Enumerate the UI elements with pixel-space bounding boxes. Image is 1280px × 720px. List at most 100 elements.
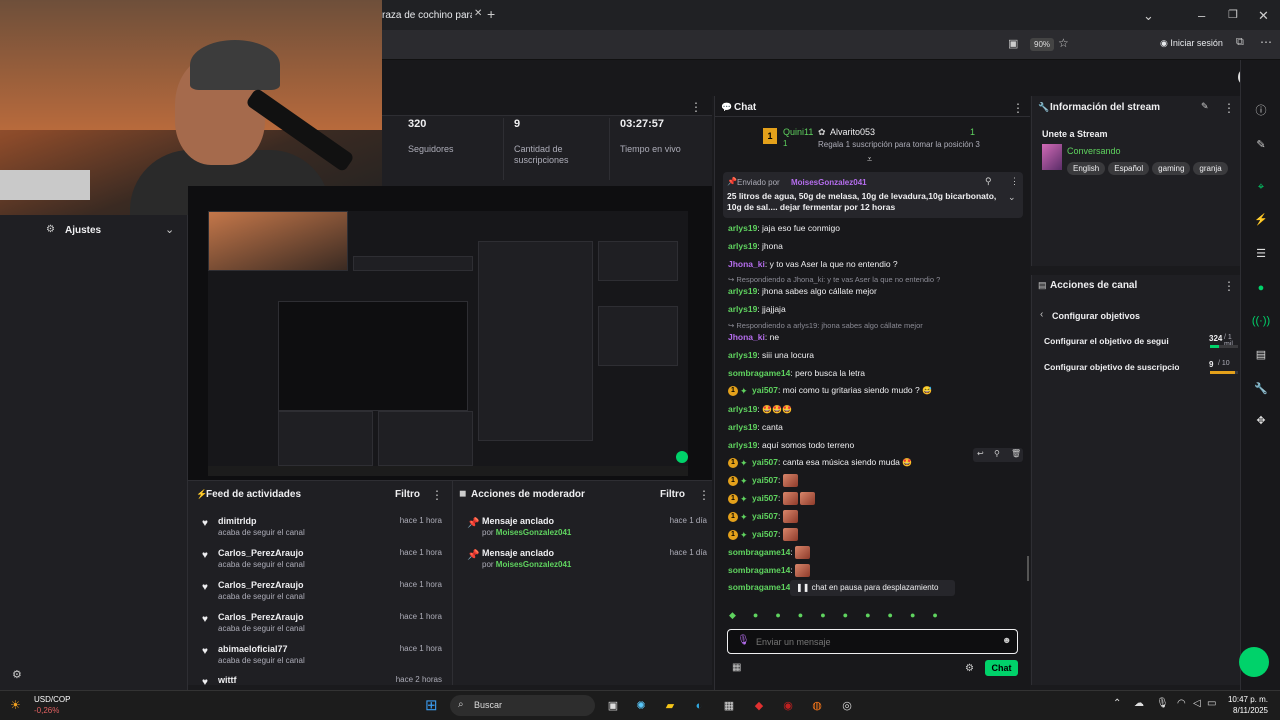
second-gifter-name[interactable]: Alvarito053 [830, 127, 875, 137]
reply-icon[interactable]: ↩ [977, 449, 984, 458]
signin-button[interactable]: ◉ Iniciar sesión [1160, 38, 1223, 49]
chat-scrollbar[interactable] [1027, 556, 1029, 581]
chat-message[interactable]: sombragame14: [728, 564, 811, 577]
obs-icon[interactable]: ◉ [779, 697, 797, 715]
more-options-icon[interactable]: ⋮ [1012, 101, 1024, 115]
edge-icon[interactable]: ◐ [690, 697, 708, 715]
target-icon[interactable]: ⌖ [1249, 176, 1273, 198]
list-icon[interactable]: ☰ [1249, 243, 1273, 265]
feed-item[interactable]: ♥ Carlos_PerezAraujo acaba de seguir el ca… [202, 612, 442, 642]
back-label[interactable]: Configurar objetivos [1052, 311, 1140, 321]
more-options-icon[interactable]: ⋮ [1010, 176, 1019, 187]
chat-message[interactable]: arlys19: 🤩🤩🤩 [728, 404, 792, 414]
mic-icon[interactable]: 🎙 [1156, 698, 1169, 709]
cloud-icon[interactable]: ☁ [1134, 698, 1144, 709]
chevron-down-icon[interactable]: ⌄ [165, 223, 174, 236]
task-view-icon[interactable]: ▣ [604, 697, 622, 715]
tag[interactable]: Español [1108, 162, 1150, 175]
tab-close-icon[interactable]: ✕ [474, 8, 482, 19]
chevron-down-icon[interactable]: ⌄ [1008, 192, 1016, 203]
more-options-icon[interactable]: ⋮ [1223, 101, 1235, 115]
chat-send-button[interactable]: Chat [985, 660, 1018, 676]
folder-icon[interactable]: ▰ [661, 697, 679, 715]
extensions-icon[interactable]: ⧉ [1236, 36, 1244, 49]
chat-icon[interactable]: ● [1249, 277, 1273, 299]
chat-input[interactable] [756, 634, 996, 650]
ticker-name[interactable]: USD/COP [34, 695, 70, 704]
battery-icon[interactable]: ▭ [1207, 698, 1216, 709]
feed-item[interactable]: ♥ abimaeloficial77 acaba de seguir el cana… [202, 644, 442, 674]
chat-message[interactable]: sombragame14: [728, 546, 811, 559]
more-options-icon[interactable]: ⋮ [431, 488, 443, 502]
firefox-icon[interactable]: ◍ [808, 697, 826, 715]
mic-icon[interactable]: 🎙 [737, 635, 750, 646]
category-name[interactable]: Conversando [1067, 146, 1121, 156]
tag[interactable]: gaming [1152, 162, 1191, 175]
edit-icon[interactable]: ✎ [1201, 101, 1209, 112]
store-icon[interactable]: ▦ [720, 697, 738, 715]
mod-item[interactable]: 📌 Mensaje anclado por MoisesGonzalez041 … [467, 548, 707, 578]
chat-message[interactable]: arlys19: jjajjaja [728, 304, 786, 314]
feed-item[interactable]: ♥ Carlos_PerezAraujo acaba de seguir el ca… [202, 548, 442, 578]
emoji-picker-icon[interactable]: ☻ [1002, 635, 1011, 645]
weather-icon[interactable]: ☀ [10, 698, 21, 712]
screen-icon[interactable]: ▣ [1008, 37, 1018, 50]
chat-message[interactable]: sombragame14: pero busca la letra [728, 368, 865, 378]
lightning-icon[interactable]: ⚡ [1249, 209, 1273, 231]
info-icon[interactable]: ⓘ [1249, 100, 1273, 122]
top-gifter-name[interactable]: Quini11 [783, 127, 813, 137]
maximize-icon[interactable]: ❐ [1228, 8, 1238, 21]
chat-message[interactable]: 1 ✦ yai507: [728, 492, 815, 505]
clock-date[interactable]: 8/11/2025 [1226, 706, 1268, 715]
filter-button[interactable]: Filtro [395, 489, 420, 500]
filter-button[interactable]: Filtro [660, 489, 685, 500]
wifi-icon[interactable]: ◠ [1177, 698, 1186, 709]
chevron-up-icon[interactable]: ⌃ [1113, 698, 1121, 709]
collapse-icon[interactable]: ⩡ [867, 154, 872, 165]
emote-tray[interactable]: ◆●●●●●●●●● [729, 610, 1019, 624]
close-icon[interactable]: ✕ [1258, 8, 1269, 24]
feed-item[interactable]: ♥ wittf hace 2 horas [202, 675, 442, 686]
chat-message[interactable]: arlys19: canta [728, 422, 783, 432]
chat-message[interactable]: arlys19: jaja eso fue conmigo [728, 223, 840, 233]
chrome-icon[interactable]: ◎ [838, 697, 856, 715]
dashboard-icon[interactable]: ▤ [1249, 344, 1273, 366]
gear-icon[interactable]: ⚙ [965, 663, 974, 674]
chat-message[interactable]: 1 ✦ yai507: moi como tu gritarias siendo m… [728, 385, 932, 396]
chat-message[interactable]: sombragame14: [728, 582, 793, 592]
settings-icon[interactable]: ⚙ [12, 668, 22, 681]
pin-icon[interactable]: ⚲ [985, 176, 992, 187]
chat-message[interactable]: arlys19: jhona [728, 241, 783, 251]
chat-message[interactable]: 1 ✦ yai507: [728, 474, 798, 487]
chat-message[interactable]: arlys19: jhona sabes algo cállate mejor [728, 286, 877, 296]
app-icon[interactable]: ◆ [750, 697, 768, 715]
wrench-icon[interactable]: 🔧 [1249, 378, 1273, 400]
browser-tab-title[interactable]: raza de cochino para s [382, 10, 472, 21]
feed-item[interactable]: ♥ Carlos_PerezAraujo acaba de seguir el ca… [202, 580, 442, 610]
new-tab-icon[interactable]: + [487, 6, 495, 22]
mod-item[interactable]: 📌 Mensaje anclado por MoisesGonzalez041 … [467, 516, 707, 546]
taskbar-search[interactable]: ⌕ Buscar [450, 695, 595, 716]
pinned-sender[interactable]: MoisesGonzalez041 [791, 178, 867, 187]
tag[interactable]: English [1067, 162, 1106, 175]
help-bubble[interactable] [1239, 647, 1269, 677]
windows-start-icon[interactable]: ⊞ [425, 696, 438, 714]
more-options-icon[interactable]: ⋮ [690, 100, 702, 114]
volume-icon[interactable]: ◁ [1193, 698, 1201, 709]
copilot-icon[interactable]: ✺ [632, 697, 650, 715]
tag[interactable]: granja [1193, 162, 1228, 175]
zoom-level[interactable]: 90% [1030, 38, 1055, 51]
chevron-down-icon[interactable]: ⌄ [1143, 8, 1154, 24]
chat-message[interactable]: Jhona_ki: ne [728, 332, 779, 342]
pencil-icon[interactable]: ✎ [1249, 134, 1273, 156]
more-options-icon[interactable]: ⋮ [1223, 279, 1235, 293]
pin-icon[interactable]: ⚲ [994, 449, 1000, 458]
extensions-icon[interactable]: ✥ [1249, 410, 1273, 432]
clock-time[interactable]: 10:47 p. m. [1226, 695, 1268, 704]
broadcast-icon[interactable]: ((·)) [1249, 310, 1273, 332]
chat-message[interactable]: 1 ✦ yai507: canta esa música siendo muda 🤩 [728, 457, 912, 468]
chat-message[interactable]: arlys19: siii una locura [728, 350, 814, 360]
chat-message[interactable]: 1 ✦ yai507: [728, 510, 798, 523]
bits-icon[interactable]: ▦ [732, 662, 741, 673]
goal-subs[interactable]: Configurar objetivo de suscripciones 9 /… [1044, 359, 1239, 379]
